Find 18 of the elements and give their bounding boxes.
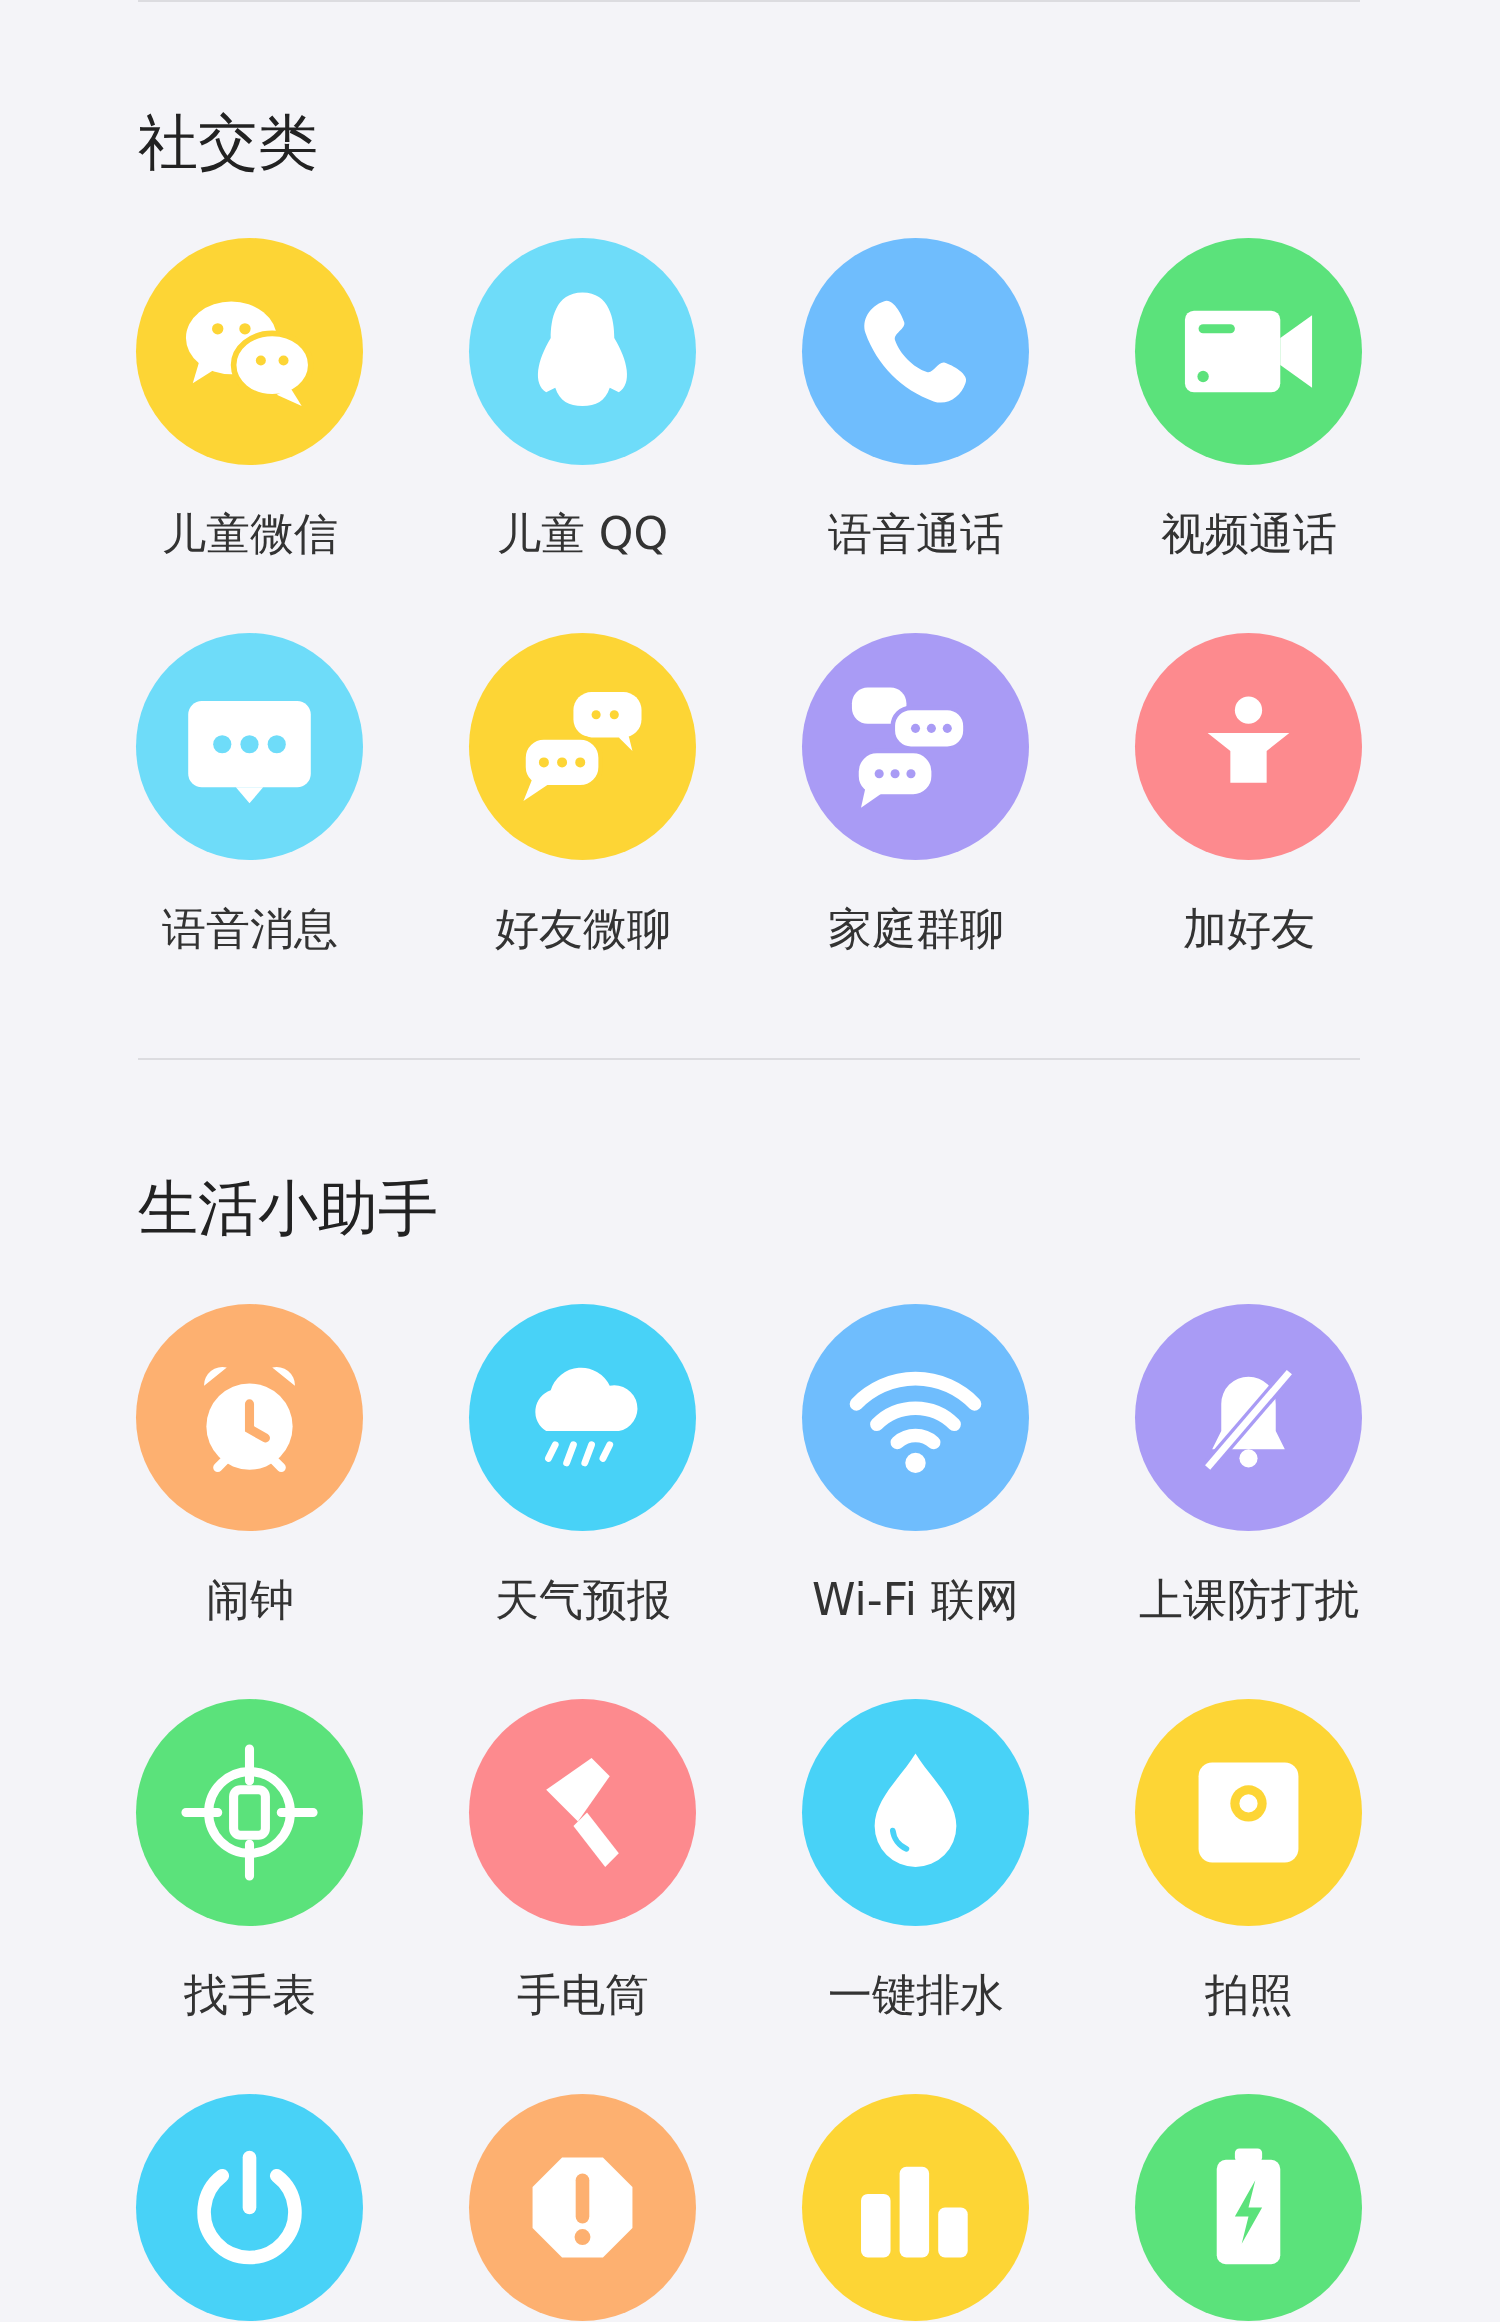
app-shortcut[interactable]: 上课防打扰 [1082, 1304, 1415, 1631]
app-shortcut[interactable]: 语音通话 [749, 238, 1082, 565]
app-shortcut[interactable]: 好友微聊 [416, 633, 749, 960]
app-shortcut[interactable]: 视频通话 [1082, 238, 1415, 565]
app-shortcut[interactable]: 找手表 [83, 1699, 416, 2026]
section-title: 社交类 [138, 106, 319, 178]
section-title: 生活小助手 [138, 1172, 439, 1244]
app-shortcut[interactable]: 加好友 [1082, 633, 1415, 960]
app-shortcut[interactable]: 闹钟 [83, 1304, 416, 1631]
app-shortcut[interactable]: 一键排水 [749, 1699, 1082, 2026]
app-shortcut[interactable]: 天气预报 [416, 1304, 749, 1631]
app-shortcut[interactable]: 家庭群聊 [749, 633, 1082, 960]
app-shortcut[interactable]: 儿童微信 [83, 238, 416, 565]
app-shortcut[interactable]: 语音消息 [83, 633, 416, 960]
app-shortcut[interactable]: Wi-Fi 联网 [749, 1304, 1082, 1631]
app-shortcut[interactable]: 拍照 [1082, 1699, 1415, 2026]
app-shortcut[interactable]: 儿童 QQ [416, 238, 749, 565]
app-shortcut[interactable]: 手电筒 [416, 1699, 749, 2026]
